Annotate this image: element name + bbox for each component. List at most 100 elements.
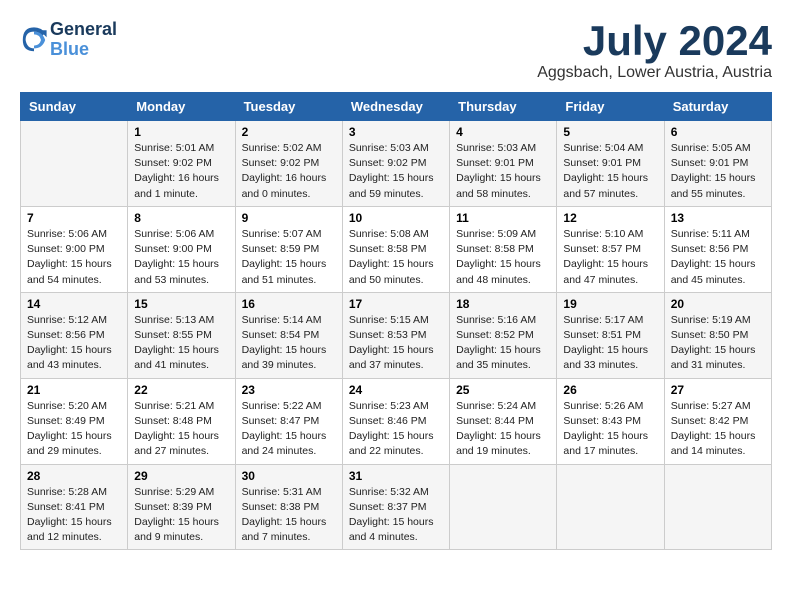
logo-text-block: GeneralBlue: [50, 20, 117, 60]
calendar-cell: 7 Sunrise: 5:06 AMSunset: 9:00 PMDayligh…: [21, 206, 128, 292]
day-info: Sunrise: 5:12 AMSunset: 8:56 PMDaylight:…: [27, 313, 121, 374]
day-info: Sunrise: 5:28 AMSunset: 8:41 PMDaylight:…: [27, 485, 121, 546]
header-wednesday: Wednesday: [342, 93, 449, 121]
day-number: 22: [134, 383, 228, 397]
month-title: July 2024: [537, 20, 772, 62]
day-number: 11: [456, 211, 550, 225]
calendar-cell: 29 Sunrise: 5:29 AMSunset: 8:39 PMDaylig…: [128, 464, 235, 550]
day-number: 12: [563, 211, 657, 225]
calendar-cell: 3 Sunrise: 5:03 AMSunset: 9:02 PMDayligh…: [342, 121, 449, 207]
calendar-cell: 25 Sunrise: 5:24 AMSunset: 8:44 PMDaylig…: [450, 378, 557, 464]
calendar-cell: 24 Sunrise: 5:23 AMSunset: 8:46 PMDaylig…: [342, 378, 449, 464]
header-friday: Friday: [557, 93, 664, 121]
calendar-cell: 23 Sunrise: 5:22 AMSunset: 8:47 PMDaylig…: [235, 378, 342, 464]
day-info: Sunrise: 5:31 AMSunset: 8:38 PMDaylight:…: [242, 485, 336, 546]
header-sunday: Sunday: [21, 93, 128, 121]
day-info: Sunrise: 5:26 AMSunset: 8:43 PMDaylight:…: [563, 399, 657, 460]
day-number: 17: [349, 297, 443, 311]
day-info: Sunrise: 5:19 AMSunset: 8:50 PMDaylight:…: [671, 313, 765, 374]
day-info: Sunrise: 5:22 AMSunset: 8:47 PMDaylight:…: [242, 399, 336, 460]
calendar-cell: 5 Sunrise: 5:04 AMSunset: 9:01 PMDayligh…: [557, 121, 664, 207]
day-number: 4: [456, 125, 550, 139]
day-number: 20: [671, 297, 765, 311]
calendar-cell: 9 Sunrise: 5:07 AMSunset: 8:59 PMDayligh…: [235, 206, 342, 292]
day-info: Sunrise: 5:07 AMSunset: 8:59 PMDaylight:…: [242, 227, 336, 288]
day-number: 24: [349, 383, 443, 397]
day-info: Sunrise: 5:10 AMSunset: 8:57 PMDaylight:…: [563, 227, 657, 288]
day-info: Sunrise: 5:15 AMSunset: 8:53 PMDaylight:…: [349, 313, 443, 374]
day-number: 19: [563, 297, 657, 311]
calendar-cell: 27 Sunrise: 5:27 AMSunset: 8:42 PMDaylig…: [664, 378, 771, 464]
calendar-cell: 20 Sunrise: 5:19 AMSunset: 8:50 PMDaylig…: [664, 292, 771, 378]
day-number: 30: [242, 469, 336, 483]
day-info: Sunrise: 5:08 AMSunset: 8:58 PMDaylight:…: [349, 227, 443, 288]
day-info: Sunrise: 5:06 AMSunset: 9:00 PMDaylight:…: [27, 227, 121, 288]
calendar-cell: 13 Sunrise: 5:11 AMSunset: 8:56 PMDaylig…: [664, 206, 771, 292]
calendar-cell: 17 Sunrise: 5:15 AMSunset: 8:53 PMDaylig…: [342, 292, 449, 378]
title-block: July 2024 Aggsbach, Lower Austria, Austr…: [537, 20, 772, 82]
day-number: 29: [134, 469, 228, 483]
day-number: 31: [349, 469, 443, 483]
day-info: Sunrise: 5:05 AMSunset: 9:01 PMDaylight:…: [671, 141, 765, 202]
day-info: Sunrise: 5:13 AMSunset: 8:55 PMDaylight:…: [134, 313, 228, 374]
day-number: 18: [456, 297, 550, 311]
calendar-cell: 30 Sunrise: 5:31 AMSunset: 8:38 PMDaylig…: [235, 464, 342, 550]
calendar-cell: 22 Sunrise: 5:21 AMSunset: 8:48 PMDaylig…: [128, 378, 235, 464]
logo-icon: [20, 26, 48, 54]
calendar-cell: 12 Sunrise: 5:10 AMSunset: 8:57 PMDaylig…: [557, 206, 664, 292]
calendar-header-row: SundayMondayTuesdayWednesdayThursdayFrid…: [21, 93, 772, 121]
calendar-cell: [450, 464, 557, 550]
calendar-cell: [557, 464, 664, 550]
location-subtitle: Aggsbach, Lower Austria, Austria: [537, 64, 772, 82]
day-info: Sunrise: 5:20 AMSunset: 8:49 PMDaylight:…: [27, 399, 121, 460]
header-monday: Monday: [128, 93, 235, 121]
calendar-week-row: 28 Sunrise: 5:28 AMSunset: 8:41 PMDaylig…: [21, 464, 772, 550]
header-thursday: Thursday: [450, 93, 557, 121]
header-saturday: Saturday: [664, 93, 771, 121]
day-info: Sunrise: 5:14 AMSunset: 8:54 PMDaylight:…: [242, 313, 336, 374]
calendar-table: SundayMondayTuesdayWednesdayThursdayFrid…: [20, 92, 772, 550]
day-number: 28: [27, 469, 121, 483]
day-info: Sunrise: 5:03 AMSunset: 9:01 PMDaylight:…: [456, 141, 550, 202]
day-info: Sunrise: 5:01 AMSunset: 9:02 PMDaylight:…: [134, 141, 228, 202]
day-info: Sunrise: 5:16 AMSunset: 8:52 PMDaylight:…: [456, 313, 550, 374]
day-number: 21: [27, 383, 121, 397]
calendar-cell: 16 Sunrise: 5:14 AMSunset: 8:54 PMDaylig…: [235, 292, 342, 378]
calendar-cell: 1 Sunrise: 5:01 AMSunset: 9:02 PMDayligh…: [128, 121, 235, 207]
day-number: 16: [242, 297, 336, 311]
day-number: 8: [134, 211, 228, 225]
page-header: GeneralBlue July 2024 Aggsbach, Lower Au…: [20, 20, 772, 82]
logo: GeneralBlue: [20, 20, 117, 60]
calendar-cell: 6 Sunrise: 5:05 AMSunset: 9:01 PMDayligh…: [664, 121, 771, 207]
calendar-cell: 14 Sunrise: 5:12 AMSunset: 8:56 PMDaylig…: [21, 292, 128, 378]
day-number: 27: [671, 383, 765, 397]
day-number: 13: [671, 211, 765, 225]
day-info: Sunrise: 5:27 AMSunset: 8:42 PMDaylight:…: [671, 399, 765, 460]
calendar-cell: 28 Sunrise: 5:28 AMSunset: 8:41 PMDaylig…: [21, 464, 128, 550]
day-number: 3: [349, 125, 443, 139]
calendar-cell: 18 Sunrise: 5:16 AMSunset: 8:52 PMDaylig…: [450, 292, 557, 378]
calendar-cell: 31 Sunrise: 5:32 AMSunset: 8:37 PMDaylig…: [342, 464, 449, 550]
day-info: Sunrise: 5:29 AMSunset: 8:39 PMDaylight:…: [134, 485, 228, 546]
calendar-cell: 19 Sunrise: 5:17 AMSunset: 8:51 PMDaylig…: [557, 292, 664, 378]
day-info: Sunrise: 5:02 AMSunset: 9:02 PMDaylight:…: [242, 141, 336, 202]
day-info: Sunrise: 5:32 AMSunset: 8:37 PMDaylight:…: [349, 485, 443, 546]
day-info: Sunrise: 5:09 AMSunset: 8:58 PMDaylight:…: [456, 227, 550, 288]
day-number: 25: [456, 383, 550, 397]
header-tuesday: Tuesday: [235, 93, 342, 121]
calendar-week-row: 14 Sunrise: 5:12 AMSunset: 8:56 PMDaylig…: [21, 292, 772, 378]
calendar-cell: [664, 464, 771, 550]
calendar-week-row: 7 Sunrise: 5:06 AMSunset: 9:00 PMDayligh…: [21, 206, 772, 292]
calendar-week-row: 21 Sunrise: 5:20 AMSunset: 8:49 PMDaylig…: [21, 378, 772, 464]
logo-name: GeneralBlue: [50, 20, 117, 60]
calendar-cell: 10 Sunrise: 5:08 AMSunset: 8:58 PMDaylig…: [342, 206, 449, 292]
day-info: Sunrise: 5:06 AMSunset: 9:00 PMDaylight:…: [134, 227, 228, 288]
day-info: Sunrise: 5:23 AMSunset: 8:46 PMDaylight:…: [349, 399, 443, 460]
calendar-cell: 15 Sunrise: 5:13 AMSunset: 8:55 PMDaylig…: [128, 292, 235, 378]
day-info: Sunrise: 5:24 AMSunset: 8:44 PMDaylight:…: [456, 399, 550, 460]
day-number: 23: [242, 383, 336, 397]
day-info: Sunrise: 5:21 AMSunset: 8:48 PMDaylight:…: [134, 399, 228, 460]
day-info: Sunrise: 5:11 AMSunset: 8:56 PMDaylight:…: [671, 227, 765, 288]
day-info: Sunrise: 5:03 AMSunset: 9:02 PMDaylight:…: [349, 141, 443, 202]
calendar-cell: 4 Sunrise: 5:03 AMSunset: 9:01 PMDayligh…: [450, 121, 557, 207]
